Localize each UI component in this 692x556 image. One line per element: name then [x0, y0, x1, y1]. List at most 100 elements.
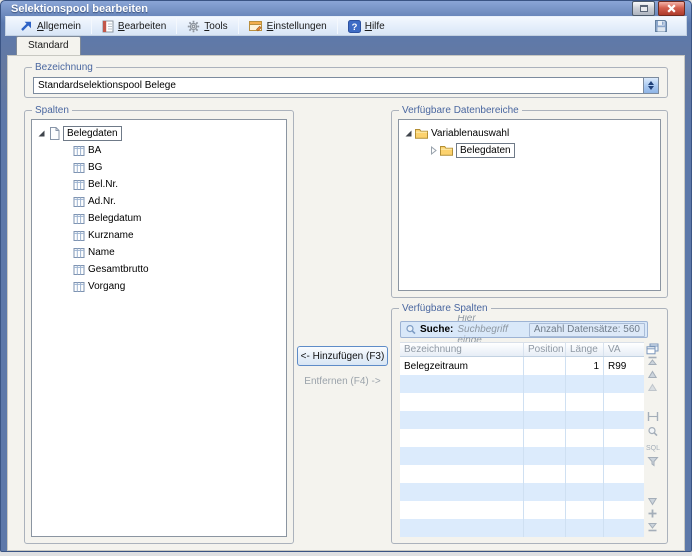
toolbar-button-hilfe[interactable]: ?Hilfe — [342, 18, 391, 35]
column-width-icon[interactable] — [646, 410, 660, 423]
cell-va — [604, 411, 644, 429]
transfer-controls: <- Hinzufügen (F3) Entfernen (F4) -> — [294, 110, 391, 544]
cell-position — [524, 375, 566, 393]
toolbar-button-einstellungen[interactable]: Einstellungen — [243, 18, 333, 34]
table-row-empty[interactable] — [400, 447, 644, 465]
column-header-bezeichnung[interactable]: Bezeichnung — [400, 343, 524, 356]
expanded-icon[interactable] — [35, 129, 47, 138]
tree-item-label: Ad.Nr. — [88, 196, 116, 207]
cell-laenge — [566, 519, 604, 537]
toolbar-button-label: Allgemein — [37, 21, 81, 32]
cell-va: R99 — [604, 357, 644, 375]
table-row-empty[interactable] — [400, 429, 644, 447]
svg-text:?: ? — [351, 21, 357, 32]
table-row-empty[interactable] — [400, 411, 644, 429]
gear-icon — [187, 20, 200, 33]
notebook-icon — [102, 20, 114, 33]
save-button[interactable] — [650, 17, 672, 35]
toolbar-button-bearbeiten[interactable]: Bearbeiten — [96, 18, 172, 35]
filter-icon[interactable] — [646, 455, 660, 468]
tree-item-label: Gesamtbrutto — [88, 264, 149, 275]
cell-bezeichnung — [400, 411, 524, 429]
search-bar[interactable]: Suche: Hier Suchbegriff einge Anzahl Dat… — [400, 321, 648, 338]
cell-position — [524, 465, 566, 483]
datenbereiche-tree-panel[interactable]: VariablenauswahlBelegdaten — [398, 119, 661, 291]
table-row-empty[interactable] — [400, 375, 644, 393]
tree-item-belegdatum[interactable]: Belegdatum — [35, 210, 283, 227]
move-up-icon[interactable] — [646, 368, 660, 381]
toolbar-button-allgemein[interactable]: Allgemein — [14, 18, 87, 34]
expanded-icon[interactable] — [402, 129, 414, 138]
tree-item-ad-nr-[interactable]: Ad.Nr. — [35, 193, 283, 210]
title-bar[interactable]: Selektionspool bearbeiten — [1, 1, 691, 16]
zoom-icon[interactable] — [646, 425, 660, 438]
combobox-spinner-button[interactable] — [643, 78, 658, 93]
restore-button[interactable] — [632, 1, 655, 16]
folder-icon — [415, 128, 428, 139]
magnifier-icon — [405, 324, 417, 336]
table-row-empty[interactable] — [400, 519, 644, 537]
table-row-empty[interactable] — [400, 393, 644, 411]
cell-va — [604, 375, 644, 393]
spalten-tree-panel[interactable]: Belegdaten BA BG Bel.Nr. Ad.Nr. Belegdatum Kur… — [31, 119, 287, 537]
desktop-edge — [0, 552, 692, 556]
cell-va — [604, 465, 644, 483]
column-header-va[interactable]: VA — [604, 343, 644, 356]
restore-icon — [640, 5, 648, 12]
column-chooser-icon[interactable] — [646, 342, 660, 355]
column-header-position[interactable]: Position — [524, 343, 566, 356]
tree-item-label: Belegdatum — [88, 213, 141, 224]
sql-icon[interactable]: SQL — [646, 440, 660, 453]
tree-item-variablenauswahl[interactable]: Variablenauswahl — [402, 125, 657, 142]
close-button[interactable] — [658, 1, 685, 16]
table-row-empty[interactable] — [400, 483, 644, 501]
cell-laenge — [566, 393, 604, 411]
spalten-group: Spalten BelegdatenBABGBel.Nr.Ad.Nr.Beleg… — [24, 110, 294, 544]
tree-item-bg[interactable]: BG — [35, 159, 283, 176]
move-down-icon[interactable] — [646, 494, 660, 507]
cell-va — [604, 429, 644, 447]
table-row-belegzeitraum[interactable]: Belegzeitraum1R99 — [400, 357, 644, 375]
bezeichnung-value[interactable]: Standardselektionspool Belege — [34, 78, 643, 93]
cell-position — [524, 501, 566, 519]
tab-standard[interactable]: Standard — [16, 36, 81, 55]
page-up-icon[interactable] — [646, 381, 660, 394]
tree-item-label: Belegdaten — [456, 143, 515, 158]
table-row-empty[interactable] — [400, 501, 644, 519]
tree-item-belegdaten[interactable]: Belegdaten — [35, 125, 283, 142]
scroll-bottom-icon[interactable] — [646, 520, 660, 533]
tree-item-label: BA — [88, 145, 101, 156]
spin-up-icon — [648, 81, 654, 85]
insert-row-icon[interactable] — [646, 507, 660, 520]
columns-icon — [73, 281, 85, 293]
cell-bezeichnung — [400, 519, 524, 537]
tree-item-label: Kurzname — [88, 230, 134, 241]
toolbar-button-tools[interactable]: Tools — [181, 18, 233, 35]
tree-item-bel-nr-[interactable]: Bel.Nr. — [35, 176, 283, 193]
cell-laenge — [566, 483, 604, 501]
svg-text:SQL: SQL — [646, 445, 660, 452]
bezeichnung-combobox[interactable]: Standardselektionspool Belege — [33, 77, 659, 94]
tree-item-name[interactable]: Name — [35, 244, 283, 261]
collapsed-icon[interactable] — [427, 146, 439, 155]
table-row-empty[interactable] — [400, 465, 644, 483]
scroll-top-icon[interactable] — [646, 355, 660, 368]
folder-icon — [440, 145, 453, 156]
tree-item-gesamtbrutto[interactable]: Gesamtbrutto — [35, 261, 283, 278]
tree-item-belegdaten[interactable]: Belegdaten — [402, 142, 657, 159]
add-button[interactable]: <- Hinzufügen (F3) — [297, 346, 388, 366]
search-label: Suche: — [420, 324, 453, 335]
spin-down-icon — [648, 86, 654, 90]
column-header-länge[interactable]: Länge — [566, 343, 604, 356]
tree-item-label: BG — [88, 162, 102, 173]
tree-item-ba[interactable]: BA — [35, 142, 283, 159]
bezeichnung-group-label: Bezeichnung — [32, 61, 96, 74]
remove-button[interactable]: Entfernen (F4) -> — [304, 376, 380, 387]
columns-icon — [73, 230, 85, 242]
columns-table[interactable]: BezeichnungPositionLängeVABelegzeitraum1… — [400, 342, 644, 537]
cell-position — [524, 519, 566, 537]
cell-laenge — [566, 411, 604, 429]
tree-item-kurzname[interactable]: Kurzname — [35, 227, 283, 244]
table-area: BezeichnungPositionLängeVABelegzeitraum1… — [400, 342, 661, 537]
tree-item-vorgang[interactable]: Vorgang — [35, 278, 283, 295]
